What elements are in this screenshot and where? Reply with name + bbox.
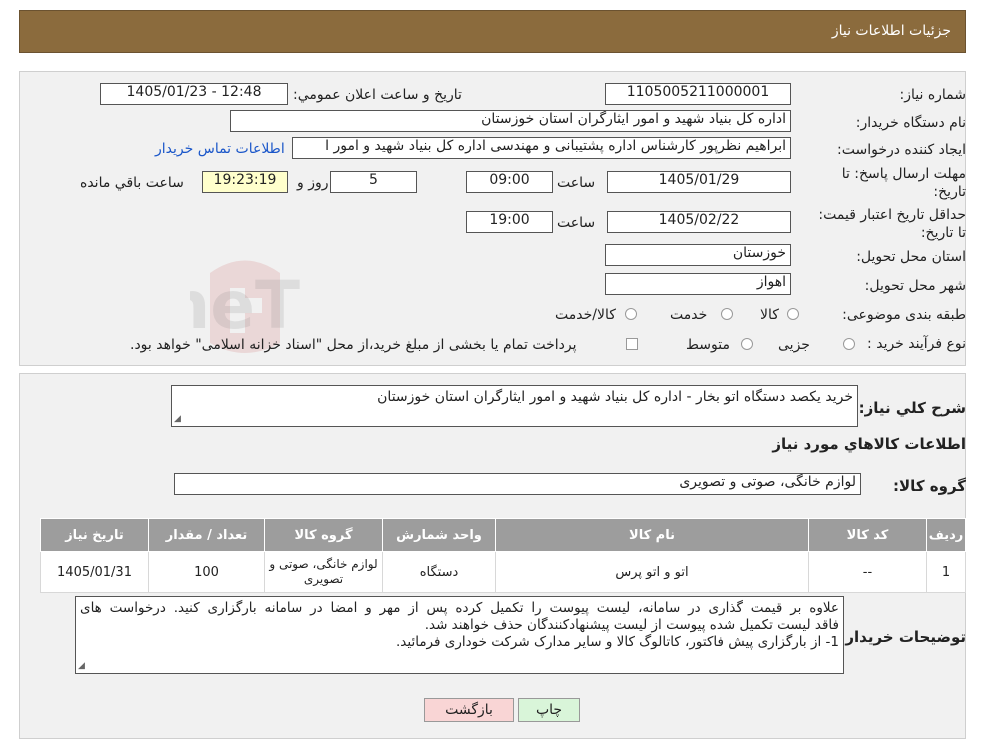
process-minor-radio[interactable] — [843, 338, 855, 350]
process-minor-label: جزیی — [778, 337, 810, 353]
category-both-label: کالا/خدمت — [555, 307, 616, 323]
goods-group-field: لوازم خانگی، صوتی و تصویری — [174, 473, 861, 495]
category-goods-radio[interactable] — [787, 308, 799, 320]
print-button[interactable]: چاپ — [518, 698, 580, 722]
items-table: ردیف کد کالا نام کالا واحد شمارش گروه کا… — [40, 518, 966, 593]
col-header-group: گروه کالا — [264, 518, 383, 552]
col-header-row-number: ردیف — [926, 518, 966, 552]
col-header-name: نام کالا — [495, 518, 809, 552]
category-label: طبقه بندی موضوعی: — [842, 307, 966, 323]
summary-field: خرید یکصد دستگاه اتو بخار - اداره کل بنی… — [171, 385, 858, 427]
goods-group-label: گروه کالا: — [893, 477, 966, 495]
cell-unit: دستگاه — [382, 551, 496, 593]
deadline-time-field: 09:00 — [466, 171, 553, 193]
page-header: جزئیات اطلاعات نیاز — [19, 10, 966, 53]
category-goods-label: کالا — [760, 307, 779, 323]
remaining-label: ساعت باقي مانده — [80, 175, 184, 191]
need-number-label: شماره نیاز: — [899, 87, 967, 103]
col-header-unit: واحد شمارش — [382, 518, 496, 552]
validity-time-label: ساعت — [557, 215, 596, 231]
province-field: خوزستان — [605, 244, 791, 266]
buyer-field: اداره کل بنیاد شهید و امور ایثارگران است… — [230, 110, 791, 132]
creator-label: ایجاد کننده درخواست: — [837, 142, 966, 158]
buyer-notes-field: علاوه بر قیمت گذاری در سامانه، لیست پیوس… — [75, 596, 844, 674]
category-both-radio[interactable] — [625, 308, 637, 320]
col-header-date: تاریخ نیاز — [40, 518, 149, 552]
process-label: نوع فرآیند خرید : — [867, 336, 966, 352]
table-header-row: ردیف کد کالا نام کالا واحد شمارش گروه کا… — [40, 518, 966, 552]
deadline-label: مهلت ارسال پاسخ: تا تاریخ: — [841, 166, 966, 200]
city-label: شهر محل تحویل: — [864, 278, 966, 294]
notes-line-2: فاقد لیست تکمیل شده پیوست از لیست پیشنها… — [424, 617, 839, 633]
validity-date-field: 1405/02/22 — [607, 211, 791, 233]
col-header-code: کد کالا — [808, 518, 927, 552]
page-title: جزئیات اطلاعات نیاز — [831, 23, 951, 39]
announce-label: تاریخ و ساعت اعلان عمومي: — [293, 87, 462, 103]
process-medium-label: متوسط — [686, 337, 730, 353]
notes-line-3: 1- از بارگزاری پیش فاکتور، کاتالوگ کالا … — [396, 634, 839, 650]
buyer-notes-label: توضیحات خریدار: — [839, 628, 966, 646]
category-service-radio[interactable] — [721, 308, 733, 320]
treasury-note: پرداخت تمام یا بخشی از مبلغ خرید،از محل … — [130, 337, 577, 353]
buyer-contact-link[interactable]: اطلاعات تماس خریدار — [155, 141, 285, 157]
validity-time-field: 19:00 — [466, 211, 553, 233]
cell-group: لوازم خانگی، صوتی و تصویری — [264, 551, 383, 593]
col-header-quantity: تعداد / مقدار — [148, 518, 265, 552]
city-field: اهواز — [605, 273, 791, 295]
deadline-date-field: 1405/01/29 — [607, 171, 791, 193]
treasury-checkbox[interactable] — [626, 338, 638, 350]
cell-quantity: 100 — [148, 551, 265, 593]
cell-code: -- — [808, 551, 927, 593]
creator-field: ابراهیم نظرپور کارشناس اداره پشتیبانی و … — [292, 137, 791, 159]
announce-field: 1405/01/23 - 12:48 — [100, 83, 288, 105]
cell-date: 1405/01/31 — [40, 551, 149, 593]
back-button[interactable]: بازگشت — [424, 698, 514, 722]
resize-handle-icon[interactable]: ◢ — [174, 414, 181, 424]
deadline-time-label: ساعت — [557, 175, 596, 191]
days-field: 5 — [330, 171, 417, 193]
validity-label: حداقل تاریخ اعتبار قیمت: تا تاریخ: — [818, 207, 966, 241]
goods-section-title: اطلاعات کالاهاي مورد نیاز — [772, 435, 966, 453]
cell-row-number: 1 — [926, 551, 966, 593]
province-label: استان محل تحویل: — [856, 249, 966, 265]
buyer-label: نام دستگاه خریدار: — [855, 115, 966, 131]
remaining-time-field: 19:23:19 — [202, 171, 288, 193]
summary-label: شرح کلي نیاز: — [858, 399, 966, 417]
days-label: روز و — [297, 175, 329, 191]
notes-line-1: علاوه بر قیمت گذاری در سامانه، لیست پیوس… — [80, 600, 839, 616]
notes-resize-handle-icon[interactable]: ◢ — [78, 661, 85, 671]
table-row: 1 -- اتو و اتو پرس دستگاه لوازم خانگی، ص… — [40, 551, 966, 593]
need-number-field: 1105005211000001 — [605, 83, 791, 105]
cell-name: اتو و اتو پرس — [495, 551, 809, 593]
process-medium-radio[interactable] — [741, 338, 753, 350]
category-service-label: خدمت — [670, 307, 708, 323]
